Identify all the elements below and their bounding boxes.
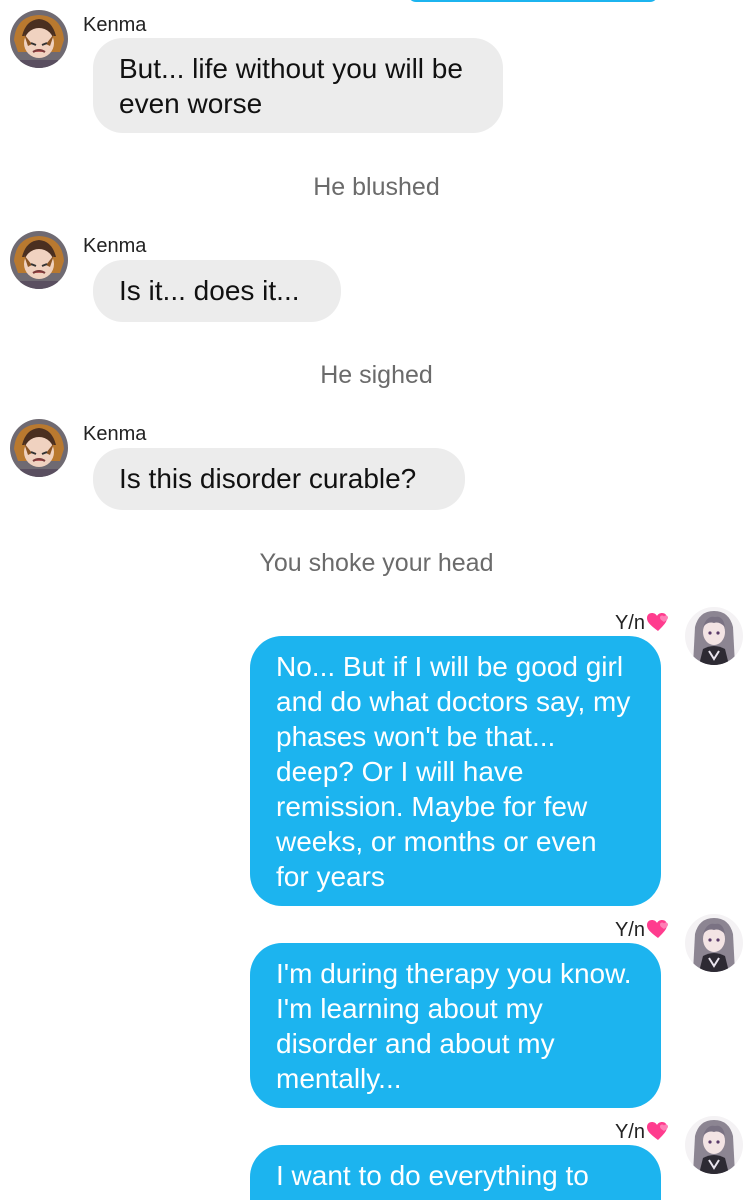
incoming-message-bubble[interactable]: Is this disorder curable?: [93, 448, 465, 510]
kenma-avatar[interactable]: [10, 10, 68, 68]
yn-avatar-image: [685, 1116, 743, 1174]
yn-avatar[interactable]: [685, 914, 743, 972]
sender-name: Y/n: [470, 919, 670, 940]
yn-avatar[interactable]: [685, 607, 743, 665]
sender-name: Y/n: [470, 1121, 670, 1142]
kenma-avatar-image: [10, 231, 68, 289]
chat-thread: Kenma But... life without you will be ev…: [0, 0, 753, 1200]
yn-avatar[interactable]: [685, 1116, 743, 1174]
sender-name-text: Y/n: [614, 612, 645, 634]
incoming-message-bubble[interactable]: Is it... does it...: [93, 260, 341, 322]
kenma-avatar-image: [10, 10, 68, 68]
yn-avatar-image: [685, 914, 743, 972]
sender-name: Kenma: [83, 14, 147, 36]
sender-name: Y/n: [470, 612, 670, 633]
two-hearts-icon: [647, 613, 668, 631]
message-text: I want to do everything to: [276, 1160, 589, 1191]
sender-name-text: Y/n: [614, 919, 645, 941]
narration-text: He sighed: [320, 361, 433, 389]
outgoing-message-bubble[interactable]: I want to do everything to: [250, 1145, 661, 1200]
kenma-avatar-image: [10, 419, 68, 477]
kenma-avatar[interactable]: [10, 419, 68, 477]
sender-name-text: Y/n: [614, 1121, 645, 1143]
sender-name: Kenma: [83, 235, 147, 257]
outgoing-message-bubble[interactable]: No... But if I will be good girl and do …: [250, 636, 661, 906]
narration-text: He blushed: [313, 173, 440, 201]
message-text: Is this disorder curable?: [119, 463, 417, 494]
previous-message-bubble[interactable]: [408, 0, 658, 2]
yn-avatar-image: [685, 607, 743, 665]
two-hearts-icon: [647, 920, 668, 938]
two-hearts-icon: [647, 1122, 668, 1140]
narration-text: You shoke your head: [259, 549, 494, 577]
message-text: No... But if I will be good girl and do …: [276, 651, 631, 892]
kenma-avatar[interactable]: [10, 231, 68, 289]
sender-name: Kenma: [83, 423, 147, 445]
message-text: I'm during therapy you know. I'm learnin…: [276, 958, 632, 1094]
incoming-message-bubble[interactable]: But... life without you will be even wor…: [93, 38, 503, 133]
message-text: But... life without you will be even wor…: [119, 53, 463, 119]
message-text: Is it... does it...: [119, 275, 300, 306]
outgoing-message-bubble[interactable]: I'm during therapy you know. I'm learnin…: [250, 943, 661, 1108]
